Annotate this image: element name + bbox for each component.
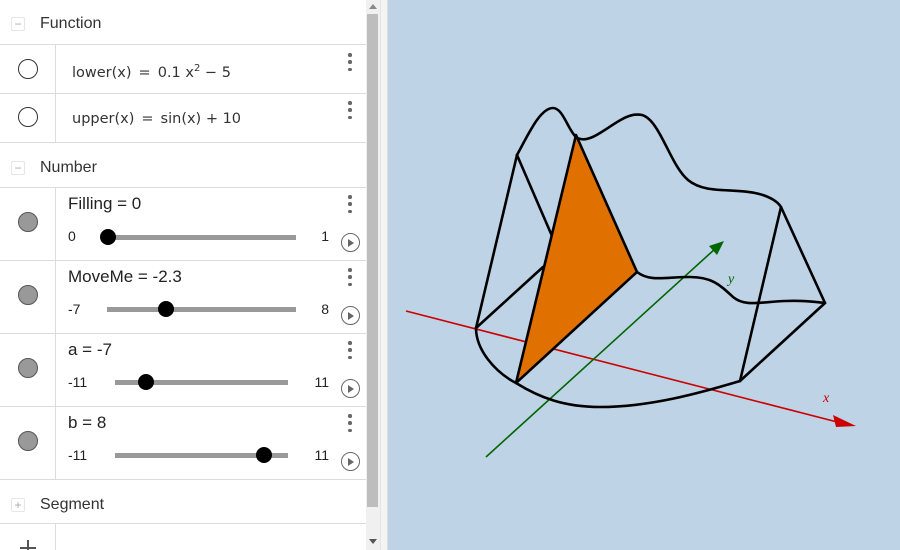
edge (474, 153, 519, 330)
group-label: Number (40, 159, 97, 176)
edge (738, 205, 783, 383)
more-options-icon[interactable] (347, 101, 353, 119)
slider-track[interactable] (115, 374, 288, 390)
visibility-toggle[interactable] (18, 212, 38, 232)
function-formula[interactable]: upper(x) = sin(x) + 10 (72, 111, 241, 127)
plus-icon[interactable] (20, 537, 36, 550)
algebra-view: − Function lower(x) = 0.1 x2 − 5 upper(x) =… (0, 0, 366, 550)
slider-max: 8 (321, 301, 329, 317)
graphics-canvas[interactable]: x y (388, 0, 900, 550)
visibility-toggle[interactable] (18, 107, 38, 127)
y-axis-label: y (726, 272, 735, 287)
slider-title[interactable]: Filling = 0 (68, 194, 141, 214)
edge (738, 301, 827, 383)
function-row-lower[interactable]: lower(x) = 0.1 x2 − 5 (0, 44, 366, 93)
slider-min: -11 (68, 447, 88, 463)
group-header-function[interactable]: − Function (0, 2, 366, 46)
play-animation-icon[interactable] (341, 306, 360, 325)
slider-thumb[interactable] (100, 229, 116, 245)
visibility-toggle[interactable] (18, 431, 38, 451)
group-header-segment[interactable]: + Segment (0, 479, 366, 523)
slider-thumb[interactable] (138, 374, 155, 390)
input-bar[interactable] (0, 523, 366, 550)
slider-title[interactable]: MoveMe = -2.3 (68, 267, 182, 287)
slider-track[interactable] (100, 229, 296, 245)
edge (779, 205, 827, 305)
x-axis-arrow (833, 415, 856, 427)
slider-row-filling: Filling = 0 0 1 (0, 187, 366, 260)
visibility-toggle[interactable] (18, 358, 38, 378)
slider-track[interactable] (115, 447, 288, 463)
algebra-scrollbar[interactable] (366, 0, 380, 550)
view-divider[interactable] (380, 0, 388, 550)
function-formula[interactable]: lower(x) = 0.1 x2 − 5 (72, 63, 231, 81)
more-options-icon[interactable] (347, 414, 353, 432)
function-row-upper[interactable]: upper(x) = sin(x) + 10 (0, 93, 366, 142)
scroll-up-icon[interactable] (369, 4, 377, 9)
x-axis-label: x (822, 391, 830, 406)
slider-min: -7 (68, 301, 81, 317)
edge (515, 153, 554, 238)
expand-icon[interactable]: + (11, 498, 25, 512)
slider-max: 11 (314, 447, 329, 463)
visibility-toggle[interactable] (18, 285, 38, 305)
slider-title[interactable]: a = -7 (68, 340, 112, 360)
slider-thumb[interactable] (256, 447, 273, 463)
collapse-icon[interactable]: − (11, 17, 25, 31)
slider-row-b: b = 8 -11 11 (0, 406, 366, 479)
scroll-down-icon[interactable] (369, 539, 377, 544)
group-label: Segment (40, 496, 105, 513)
slider-track[interactable] (107, 301, 296, 317)
scroll-thumb[interactable] (367, 14, 378, 507)
slider-min: -11 (68, 374, 88, 390)
slider-max: 1 (321, 228, 329, 244)
more-options-icon[interactable] (347, 53, 353, 71)
play-animation-icon[interactable] (341, 452, 360, 471)
cross-section-triangle[interactable] (514, 133, 639, 385)
slider-max: 11 (314, 374, 329, 390)
slider-row-a: a = -7 -11 11 (0, 333, 366, 406)
slider-row-moveme: MoveMe = -2.3 -7 8 (0, 260, 366, 333)
more-options-icon[interactable] (347, 195, 353, 213)
play-animation-icon[interactable] (341, 233, 360, 252)
more-options-icon[interactable] (347, 341, 353, 359)
collapse-icon[interactable]: − (11, 161, 25, 175)
slider-min: 0 (68, 228, 76, 244)
play-animation-icon[interactable] (341, 379, 360, 398)
slider-thumb[interactable] (158, 301, 175, 317)
visibility-toggle[interactable] (18, 59, 38, 79)
graphics-3d-view[interactable]: x y (388, 0, 900, 550)
upper-curve (515, 106, 783, 209)
group-header-number[interactable]: − Number (0, 142, 366, 187)
more-options-icon[interactable] (347, 268, 353, 286)
group-label: Function (40, 15, 102, 32)
slider-title[interactable]: b = 8 (68, 413, 106, 433)
